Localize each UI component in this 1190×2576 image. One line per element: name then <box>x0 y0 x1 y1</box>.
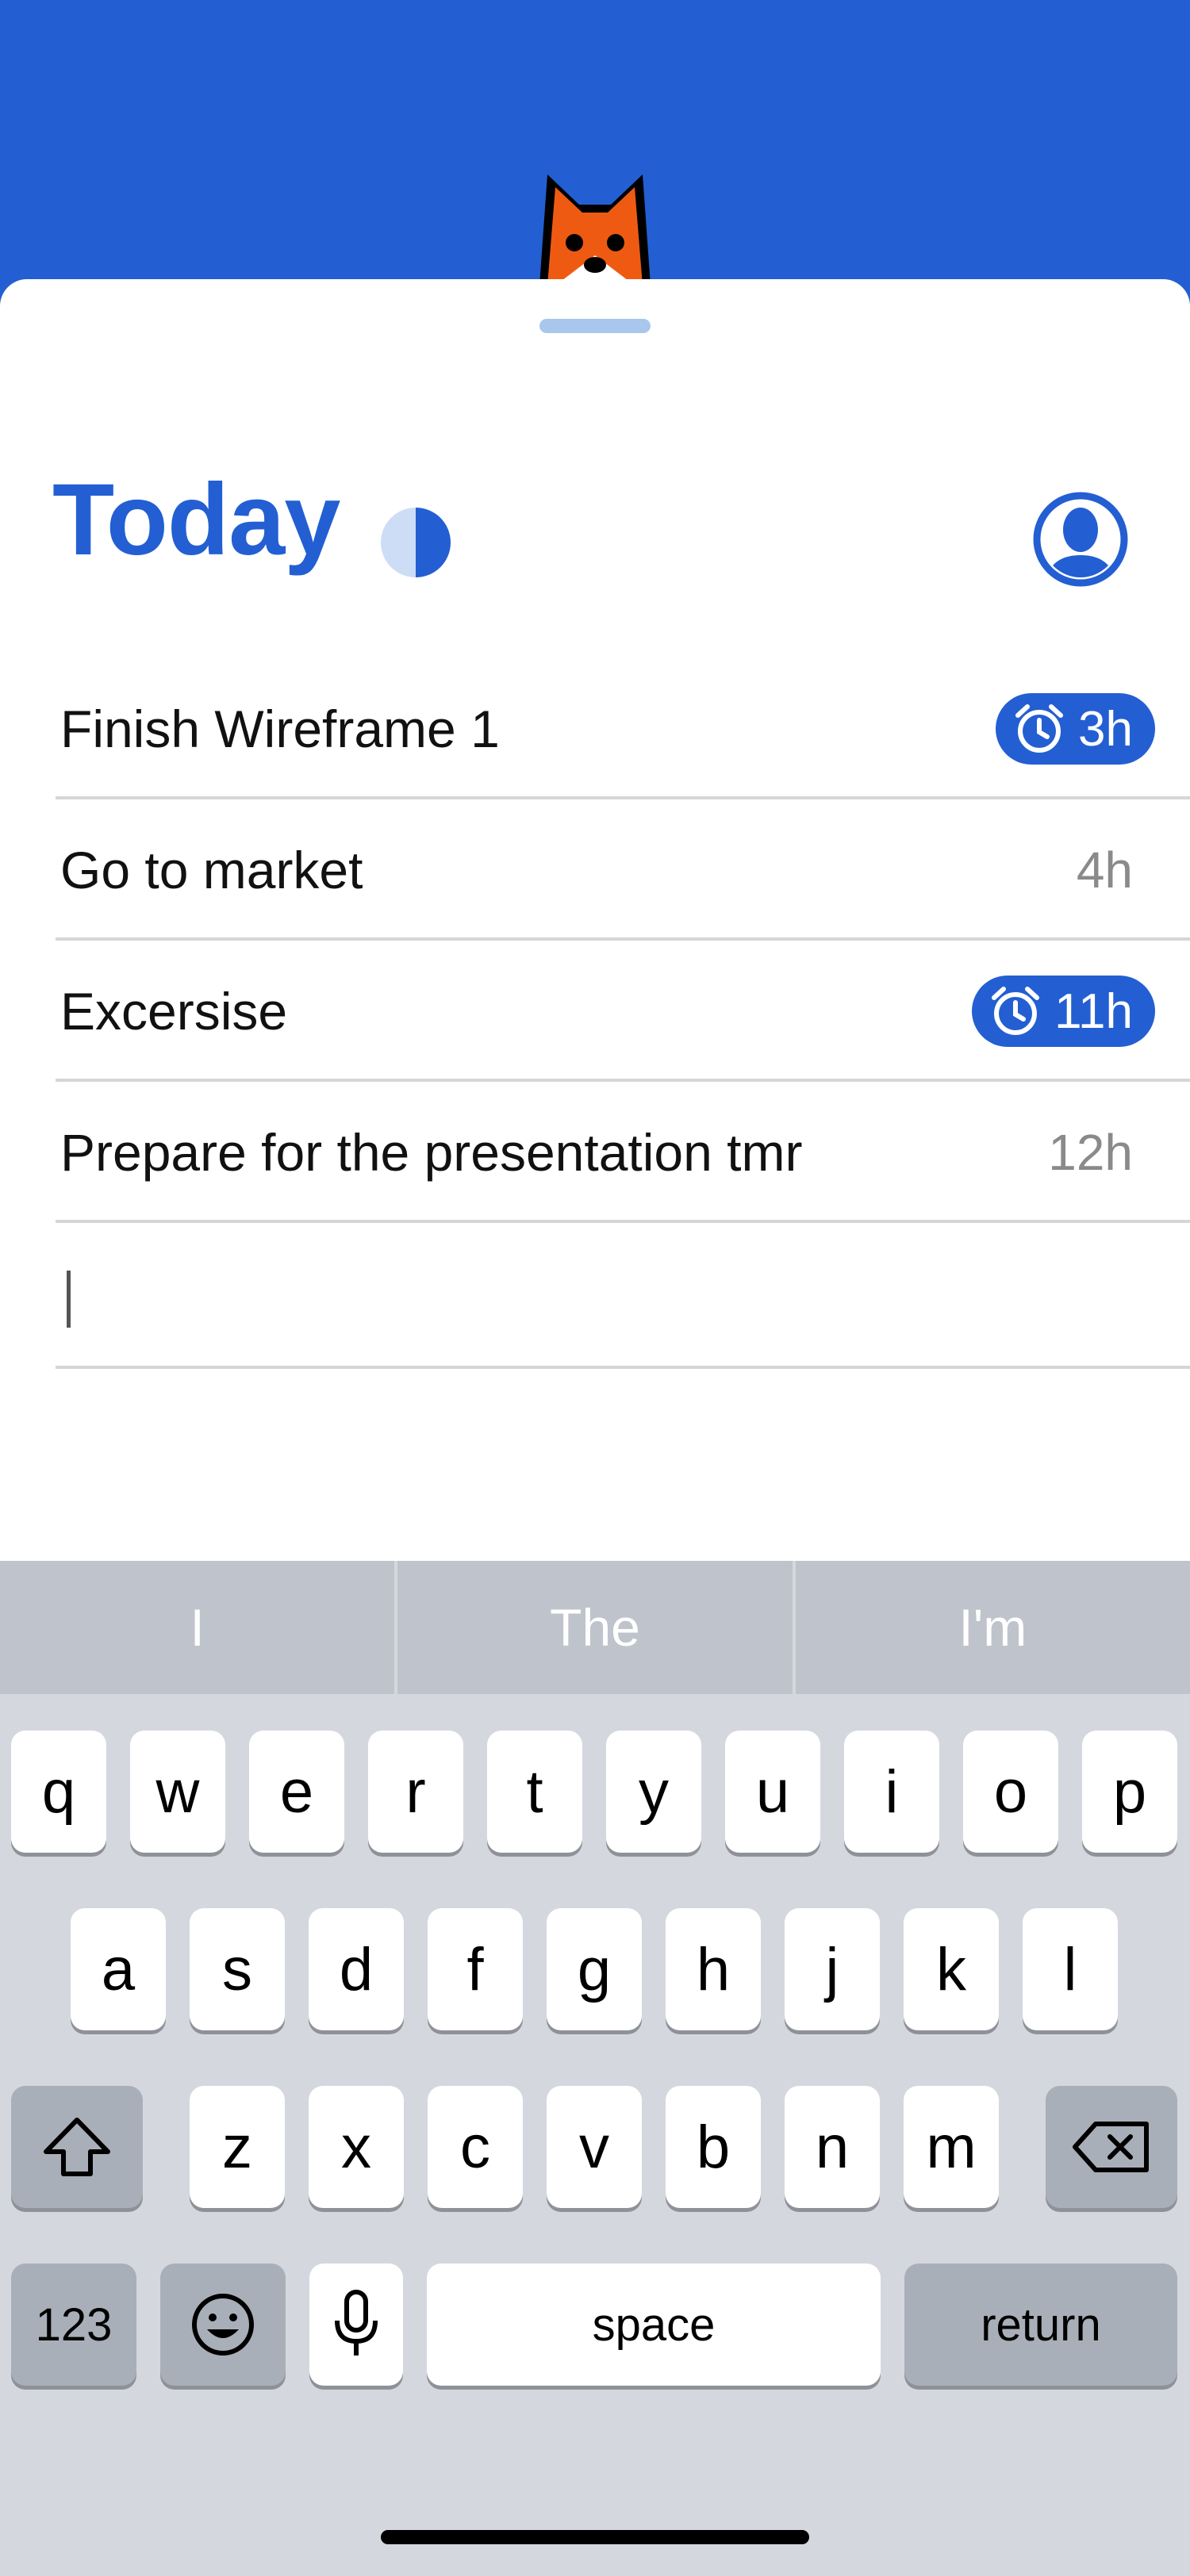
fox-icon <box>539 174 651 286</box>
half-circle-icon[interactable] <box>381 508 451 577</box>
alarm-time-badge[interactable]: 3h <box>996 693 1155 765</box>
task-row[interactable]: Go to market 4h <box>0 799 1190 941</box>
suggestion[interactable]: I'm <box>796 1561 1190 1694</box>
new-task-input[interactable] <box>0 1226 1190 1369</box>
shift-icon <box>44 2118 110 2176</box>
suggestion[interactable]: The <box>397 1561 796 1694</box>
key-n[interactable]: n <box>785 2086 880 2208</box>
key-b[interactable]: b <box>666 2086 761 2208</box>
key-e[interactable]: e <box>249 1731 344 1853</box>
alarm-clock-icon <box>992 987 1040 1035</box>
key-p[interactable]: p <box>1082 1731 1177 1853</box>
key-x[interactable]: x <box>309 2086 404 2208</box>
alarm-clock-icon <box>1015 704 1064 753</box>
key-o[interactable]: o <box>963 1731 1058 1853</box>
backspace-key[interactable] <box>1046 2086 1177 2208</box>
page-title: Today <box>52 463 340 577</box>
task-label: Excersise <box>60 982 288 1041</box>
key-y[interactable]: y <box>606 1731 701 1853</box>
key-i[interactable]: i <box>844 1731 939 1853</box>
key-f[interactable]: f <box>428 1908 523 2030</box>
key-h[interactable]: h <box>666 1908 761 2030</box>
key-a[interactable]: a <box>71 1908 166 2030</box>
key-c[interactable]: c <box>428 2086 523 2208</box>
microphone-key[interactable] <box>309 2264 403 2386</box>
task-time: 3h <box>1078 701 1133 757</box>
shift-key[interactable] <box>11 2086 143 2208</box>
microphone-icon <box>335 2290 378 2356</box>
task-label: Finish Wireframe 1 <box>60 700 500 758</box>
task-time: 12h <box>1048 1124 1133 1181</box>
key-q[interactable]: q <box>11 1731 106 1853</box>
key-v[interactable]: v <box>547 2086 642 2208</box>
key-w[interactable]: w <box>130 1731 225 1853</box>
user-avatar-icon[interactable] <box>1033 492 1128 587</box>
task-time: 4h <box>1076 841 1133 899</box>
task-label: Go to market <box>60 841 363 899</box>
keyboard: I The I'm q w e r t y u i o p a s d f g … <box>0 1561 1190 2576</box>
suggestion[interactable]: I <box>0 1561 398 1694</box>
key-l[interactable]: l <box>1023 1908 1118 2030</box>
key-r[interactable]: r <box>368 1731 463 1853</box>
task-row[interactable]: Finish Wireframe 1 3h <box>0 658 1190 799</box>
suggestion-bar: I The I'm <box>0 1561 1190 1694</box>
row-divider <box>56 1366 1190 1369</box>
emoji-icon <box>192 2294 254 2356</box>
task-label: Prepare for the presentation tmr <box>60 1123 803 1182</box>
task-time: 11h <box>1054 983 1133 1039</box>
home-indicator[interactable] <box>381 2530 809 2544</box>
key-g[interactable]: g <box>547 1908 642 2030</box>
return-key[interactable]: return <box>904 2264 1177 2386</box>
sheet-drag-handle[interactable] <box>539 319 651 333</box>
numbers-key[interactable]: 123 <box>11 2264 136 2386</box>
alarm-time-badge[interactable]: 11h <box>972 976 1155 1047</box>
task-row[interactable]: Prepare for the presentation tmr 12h <box>0 1082 1190 1223</box>
task-row[interactable]: Excersise 11h <box>0 941 1190 1082</box>
key-m[interactable]: m <box>904 2086 999 2208</box>
emoji-key[interactable] <box>160 2264 286 2386</box>
space-key[interactable]: space <box>427 2264 881 2386</box>
text-cursor <box>67 1271 71 1328</box>
key-z[interactable]: z <box>190 2086 285 2208</box>
backspace-icon <box>1073 2122 1149 2172</box>
key-s[interactable]: s <box>190 1908 285 2030</box>
key-d[interactable]: d <box>309 1908 404 2030</box>
key-u[interactable]: u <box>725 1731 820 1853</box>
key-t[interactable]: t <box>487 1731 582 1853</box>
key-j[interactable]: j <box>785 1908 880 2030</box>
key-k[interactable]: k <box>904 1908 999 2030</box>
row-divider <box>56 1220 1190 1223</box>
